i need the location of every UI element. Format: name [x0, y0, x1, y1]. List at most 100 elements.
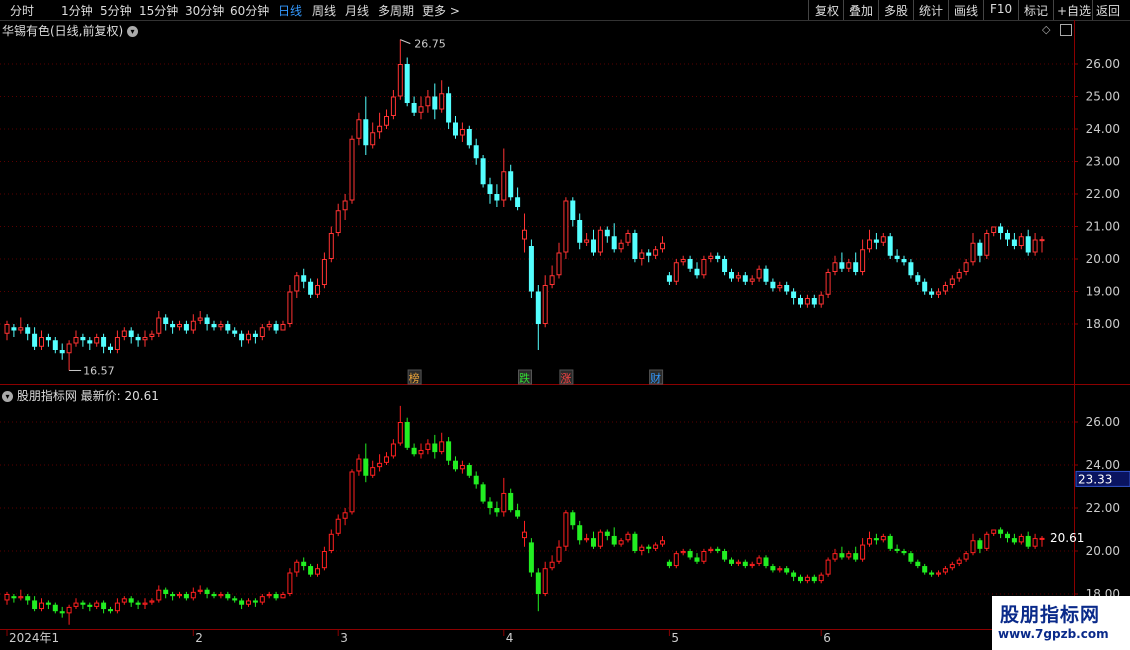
candle-body [363, 119, 369, 146]
main-candle [611, 223, 617, 253]
event-marker[interactable]: 跌 [518, 369, 532, 385]
candle-body [87, 604, 93, 607]
main-candle [225, 320, 231, 334]
main-candle [873, 233, 879, 250]
ind-candle [535, 568, 541, 612]
candlestick-chart[interactable]: 26.00 25.00 24.00 23.00 22.00 21.00 20.00 19.00… [0, 0, 1130, 650]
candle-body [197, 317, 203, 321]
candle-body [101, 337, 107, 347]
main-candle [453, 116, 458, 139]
diamond-icon[interactable]: ◇ [1042, 23, 1050, 36]
candle-body [956, 559, 962, 564]
watermark: 股朋指标网 www.7gpzb.com [992, 596, 1130, 650]
candle-body [183, 324, 189, 331]
event-marker[interactable]: 榜 [407, 369, 422, 385]
candle-body [715, 548, 721, 551]
main-candle [977, 239, 983, 263]
ind-candle [873, 533, 879, 545]
candle-body [246, 333, 251, 341]
main-candle [742, 272, 748, 285]
main-candle [653, 246, 659, 259]
main-candle [370, 122, 376, 149]
x-tick-label: 6 [823, 631, 831, 645]
candle-body [977, 540, 983, 549]
candle-body [114, 602, 120, 612]
main-candle [535, 285, 541, 350]
main-candle [280, 320, 286, 331]
candle-body [673, 553, 679, 567]
ind-candle [549, 555, 555, 571]
candle-body [1018, 236, 1024, 246]
candle-body [508, 171, 514, 198]
low-label: 16.57 [83, 364, 115, 377]
candle-body [1018, 535, 1024, 543]
ind-candle [853, 546, 859, 562]
ind-candle [735, 559, 741, 567]
ind-candle [618, 538, 624, 547]
main-candle [218, 320, 224, 331]
candle-body [818, 294, 824, 305]
main-candle [949, 275, 955, 289]
chevron-down-icon[interactable]: ▾ [2, 391, 13, 402]
ind-candle [1032, 533, 1038, 549]
x-tick-label: 2024年1 [9, 631, 59, 645]
event-marker[interactable]: 财 [649, 369, 664, 385]
candle-body [446, 93, 452, 123]
main-candle [439, 80, 445, 113]
candle-body [163, 589, 169, 594]
candle-body [597, 531, 603, 547]
ind-candle [232, 596, 238, 603]
candle-body [390, 96, 396, 116]
main-candle [363, 96, 369, 155]
main-candle [328, 226, 334, 263]
candle-body [142, 337, 148, 341]
candle-body [45, 337, 51, 341]
main-candle [377, 112, 383, 139]
candle-body [832, 262, 838, 272]
event-marker[interactable]: 涨 [559, 369, 574, 385]
main-candle [701, 255, 707, 279]
main-candle [991, 226, 997, 237]
candle-body [1039, 537, 1045, 540]
candle-body [811, 576, 817, 582]
ind-candle [494, 501, 500, 517]
main-candle [211, 320, 217, 331]
main-candle [908, 259, 914, 279]
candle-body [604, 531, 610, 536]
main-candle [811, 294, 817, 308]
candle-body [942, 568, 948, 573]
candle-body [777, 285, 783, 289]
y-tick-label: 26.00 [1086, 415, 1120, 429]
candle-body [11, 596, 17, 599]
ind-candle [860, 538, 866, 562]
chevron-down-icon[interactable]: ▾ [127, 26, 139, 37]
ind-candle [591, 531, 596, 549]
ind-candle [39, 598, 44, 612]
main-candle [425, 90, 431, 113]
y-tick-label: 24.00 [1086, 122, 1120, 136]
main-candle [308, 278, 314, 298]
candle-body [170, 594, 176, 597]
main-candle [466, 125, 472, 149]
ind-candle [515, 503, 521, 519]
candle-body [52, 604, 58, 612]
main-candle [45, 333, 51, 347]
candle-body [466, 465, 472, 476]
candle-body [522, 531, 527, 539]
ind-candle [11, 594, 17, 603]
ind-candle [80, 600, 86, 610]
main-candle [108, 343, 113, 354]
ind-candle [32, 596, 38, 612]
main-candle [301, 268, 307, 289]
candle-body [494, 508, 500, 513]
main-pane-title: 华锡有色(日线,前复权) ▾ [2, 22, 139, 39]
candle-body [356, 458, 362, 472]
candle-body [680, 551, 686, 554]
candle-body [211, 324, 217, 328]
candle-body [342, 512, 348, 519]
main-candle [246, 330, 251, 344]
candle-body [156, 317, 162, 334]
candle-body [80, 602, 86, 605]
ind-candle [73, 598, 79, 610]
pane-toggle-icon[interactable] [1060, 24, 1072, 36]
